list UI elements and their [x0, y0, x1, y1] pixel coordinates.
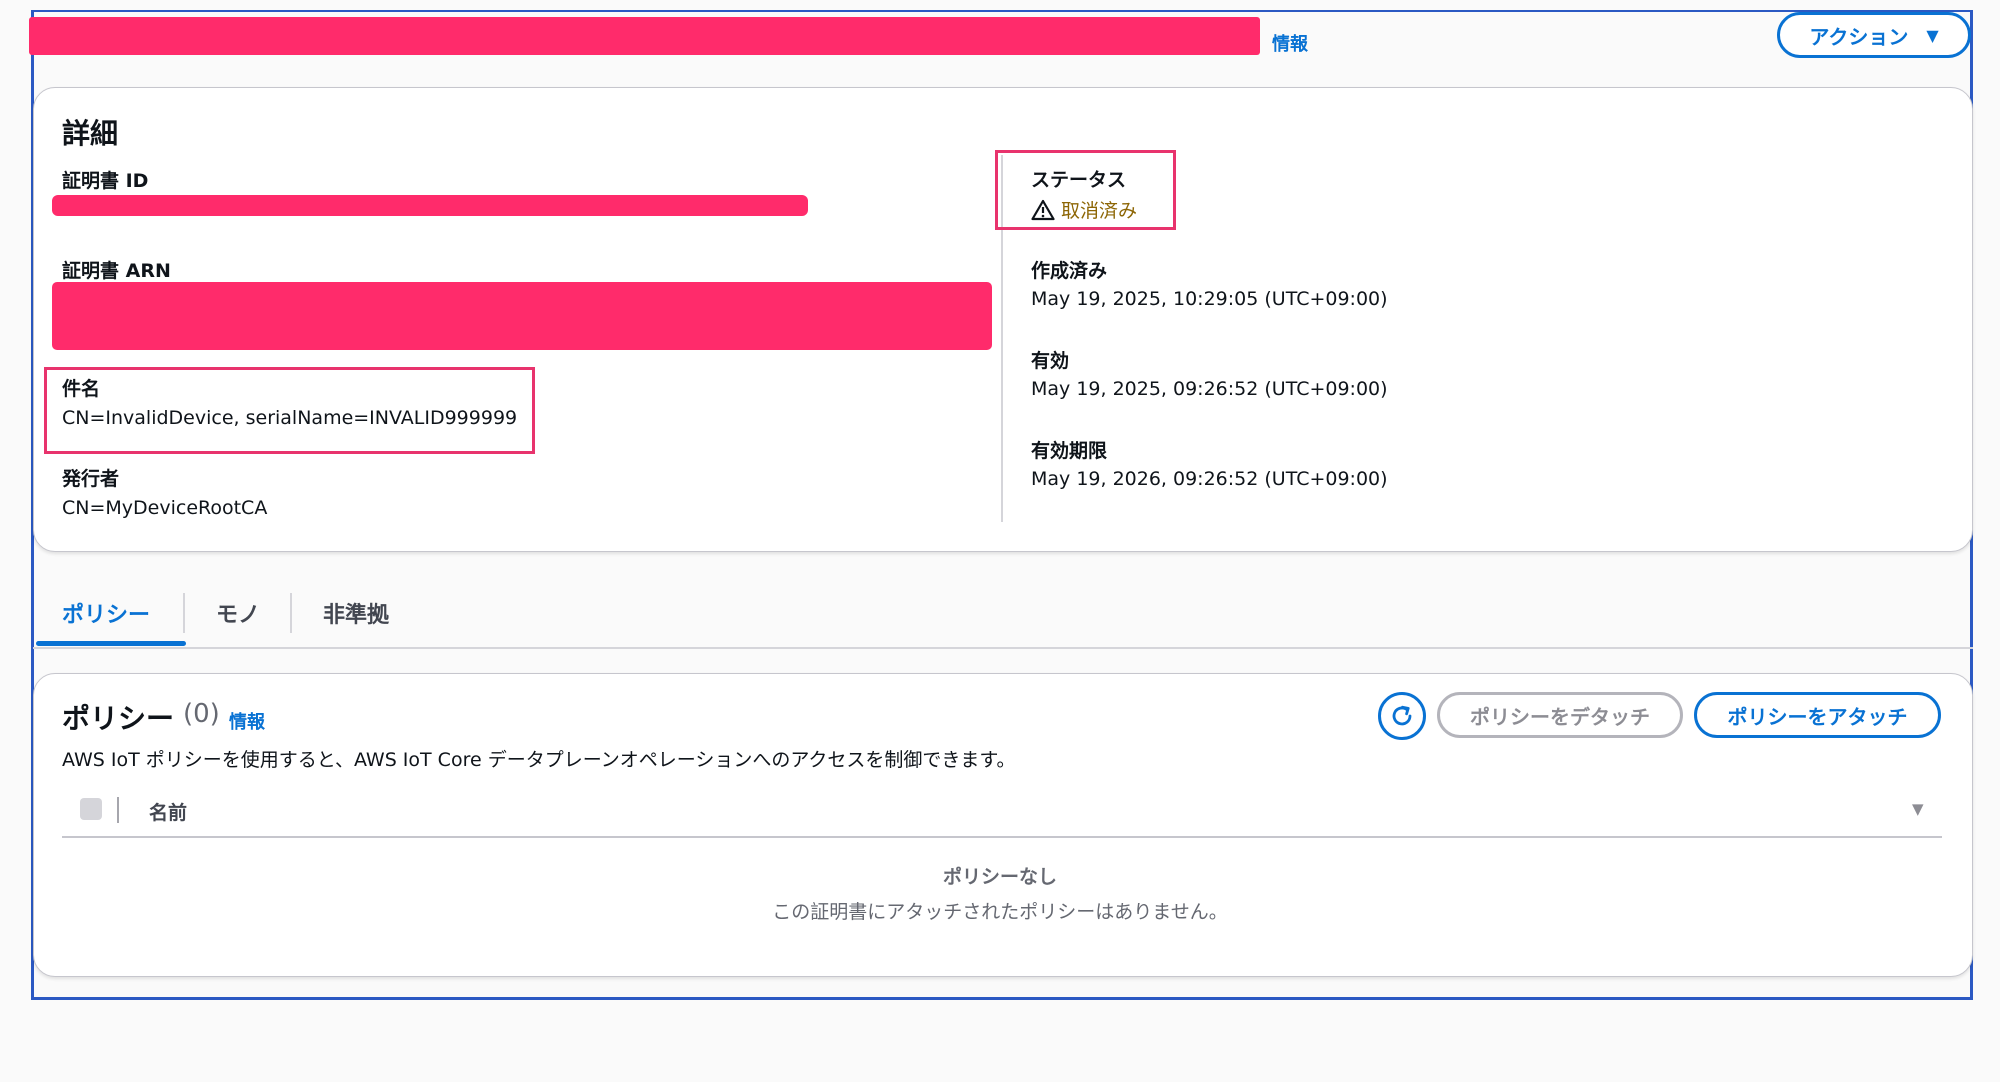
policies-count: (0): [183, 699, 220, 729]
detach-policy-button[interactable]: ポリシーをデタッチ: [1437, 692, 1683, 738]
empty-state-title: ポリシーなし: [942, 866, 1057, 888]
actions-button-label: アクション: [1809, 24, 1909, 49]
active-tab-indicator: [36, 641, 186, 646]
attach-policy-button[interactable]: ポリシーをアタッチ: [1694, 692, 1941, 738]
redacted-certificate-arn: [52, 282, 992, 350]
caret-down-icon[interactable]: ▼: [1912, 800, 1924, 818]
tab-separator: [183, 593, 185, 633]
redacted-certificate-id: [52, 195, 808, 216]
details-title: 詳細: [62, 117, 119, 150]
redacted-page-title: [29, 17, 1260, 55]
policies-description: AWS IoT ポリシーを使用すると、AWS IoT Core データプレーンオ…: [62, 749, 1016, 771]
table-header-divider: [62, 836, 1942, 838]
column-separator: [117, 797, 119, 823]
policies-title: ポリシー: [62, 702, 175, 735]
refresh-button[interactable]: [1378, 692, 1426, 740]
subject-label: 件名: [62, 378, 101, 400]
valid-from-value: May 19, 2025, 09:26:52 (UTC+09:00): [1031, 378, 1388, 400]
tab-things[interactable]: モノ: [216, 597, 260, 629]
select-all-checkbox[interactable]: [80, 798, 102, 820]
certificate-arn-label: 証明書 ARN: [62, 260, 171, 282]
tab-policies[interactable]: ポリシー: [62, 597, 150, 629]
created-label: 作成済み: [1031, 260, 1108, 282]
expires-label: 有効期限: [1031, 440, 1108, 462]
status-value: 取消済み: [1061, 200, 1138, 222]
header-info-link[interactable]: 情報: [1272, 30, 1308, 56]
issuer-label: 発行者: [62, 468, 120, 490]
warning-icon: [1031, 199, 1055, 220]
expires-value: May 19, 2026, 09:26:52 (UTC+09:00): [1031, 468, 1388, 490]
column-header-name[interactable]: 名前: [149, 798, 187, 825]
issuer-value: CN=MyDeviceRootCA: [62, 497, 268, 519]
created-value: May 19, 2025, 10:29:05 (UTC+09:00): [1031, 288, 1388, 310]
status-indicator: 取消済み: [1031, 196, 1137, 223]
tab-separator: [290, 593, 292, 633]
caret-down-icon: ▼: [1926, 25, 1939, 45]
status-label: ステータス: [1031, 169, 1127, 191]
refresh-icon: [1392, 705, 1412, 726]
tab-noncompliant[interactable]: 非準拠: [323, 597, 389, 629]
empty-state-description: この証明書にアタッチされたポリシーはありません。: [772, 901, 1228, 923]
valid-from-label: 有効: [1031, 350, 1070, 372]
tab-bar: ポリシー モノ 非準拠: [33, 585, 1973, 649]
subject-value: CN=InvalidDevice, serialName=INVALID9999…: [62, 407, 518, 429]
policies-info-link[interactable]: 情報: [229, 708, 265, 734]
certificate-id-label: 証明書 ID: [62, 170, 149, 192]
actions-dropdown-button[interactable]: アクション ▼: [1777, 12, 1971, 58]
